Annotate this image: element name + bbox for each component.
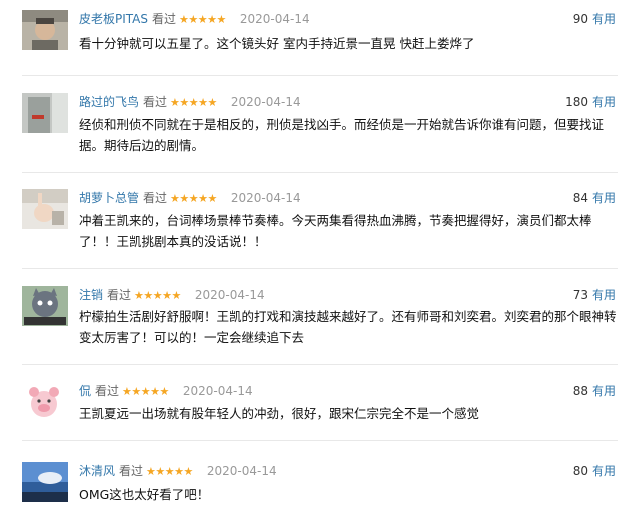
review-date: 2020-04-14 — [239, 12, 310, 26]
reviewer-name[interactable]: 注销 — [79, 288, 103, 302]
rating-stars: ★★★★★ — [134, 289, 181, 302]
review-text: 冲着王凯来的，台词棒场景棒节奏棒。今天两集看得热血沸腾，节奏把握得好，演员们都太… — [79, 213, 592, 249]
divider — [22, 268, 618, 269]
review-text: 柠檬拍生活剧好舒服啊！王凯的打戏和演技越来越好了。还有师哥和刘奕君。刘奕君的那个… — [79, 309, 617, 345]
review-meta: 皮老板PITAS 看过 ★★★★★ 2020-04-14 — [79, 10, 310, 28]
useful-button[interactable]: 有用 — [592, 288, 616, 302]
review-text: 看十分钟就可以五星了。这个镜头好 室内手持近景一直晃 快赶上娄烨了 — [79, 36, 475, 51]
door-avatar-icon[interactable] — [22, 93, 68, 133]
review-meta: 沐清风 看过 ★★★★★ 2020-04-14 — [79, 462, 277, 480]
reviewer-name[interactable]: 胡萝卜总管 — [79, 191, 139, 205]
watch-status: 看过 — [143, 191, 168, 205]
watch-status: 看过 — [119, 464, 144, 478]
sky-avatar-icon[interactable] — [22, 462, 68, 502]
divider — [22, 364, 618, 365]
rating-stars: ★★★★★ — [170, 192, 217, 205]
vote-count: 73 — [572, 288, 588, 302]
useful-button[interactable]: 有用 — [592, 384, 616, 398]
cat-avatar-icon[interactable] — [22, 286, 68, 326]
rating-stars: ★★★★★ — [170, 96, 217, 109]
divider — [22, 440, 618, 441]
review-text: 经侦和刑侦不同就在于是相反的，刑侦是找凶手。而经侦是一开始就告诉你谁有问题，但要… — [79, 117, 605, 153]
review-meta: 侃看过 ★★★★★ 2020-04-14 — [79, 382, 253, 400]
useful-button[interactable]: 有用 — [592, 464, 616, 478]
review-meta: 注销 看过 ★★★★★ 2020-04-14 — [79, 286, 265, 304]
watch-status: 看过 — [152, 12, 177, 26]
divider — [22, 172, 618, 173]
vote-count-area: 88 有用 — [573, 382, 616, 400]
pink-pig-avatar-icon[interactable] — [22, 382, 68, 422]
watch-status: 看过 — [95, 384, 120, 398]
rating-stars: ★★★★★ — [122, 385, 169, 398]
review-meta: 路过的飞鸟 看过 ★★★★★ 2020-04-14 — [79, 93, 301, 111]
review-date: 2020-04-14 — [194, 288, 265, 302]
vote-count-area: 90 有用 — [573, 10, 616, 28]
reviewer-name[interactable]: 侃 — [79, 384, 91, 398]
review-date: 2020-04-14 — [182, 384, 253, 398]
review-text: OMG这也太好看了吧！ — [79, 487, 210, 502]
vote-count-area: 180 有用 — [565, 93, 616, 111]
vote-count: 84 — [572, 191, 588, 205]
useful-button[interactable]: 有用 — [592, 95, 616, 109]
vote-count: 88 — [572, 384, 588, 398]
review-text: 王凯夏远一出场就有股年轻人的冲劲，很好，跟宋仁宗完全不是一个感觉 — [79, 406, 480, 421]
divider — [22, 75, 618, 76]
useful-button[interactable]: 有用 — [592, 12, 616, 26]
vote-count: 180 — [565, 95, 588, 109]
reviewer-name[interactable]: 皮老板PITAS — [79, 12, 148, 26]
rating-stars: ★★★★★ — [146, 465, 193, 478]
portrait-avatar-icon[interactable] — [22, 10, 68, 50]
review-date: 2020-04-14 — [230, 95, 301, 109]
vote-count: 90 — [572, 12, 588, 26]
reviewer-name[interactable]: 路过的飞鸟 — [79, 95, 139, 109]
review-meta: 胡萝卜总管 看过 ★★★★★ 2020-04-14 — [79, 189, 301, 207]
review-date: 2020-04-14 — [206, 464, 277, 478]
watch-status: 看过 — [107, 288, 132, 302]
hand-avatar-icon[interactable] — [22, 189, 68, 229]
review-date: 2020-04-14 — [230, 191, 301, 205]
vote-count-area: 84 有用 — [573, 189, 616, 207]
vote-count: 80 — [572, 464, 588, 478]
reviewer-name[interactable]: 沐清风 — [79, 464, 115, 478]
vote-count-area: 73 有用 — [573, 286, 616, 304]
watch-status: 看过 — [143, 95, 168, 109]
rating-stars: ★★★★★ — [179, 13, 226, 26]
vote-count-area: 80 有用 — [573, 462, 616, 480]
useful-button[interactable]: 有用 — [592, 191, 616, 205]
